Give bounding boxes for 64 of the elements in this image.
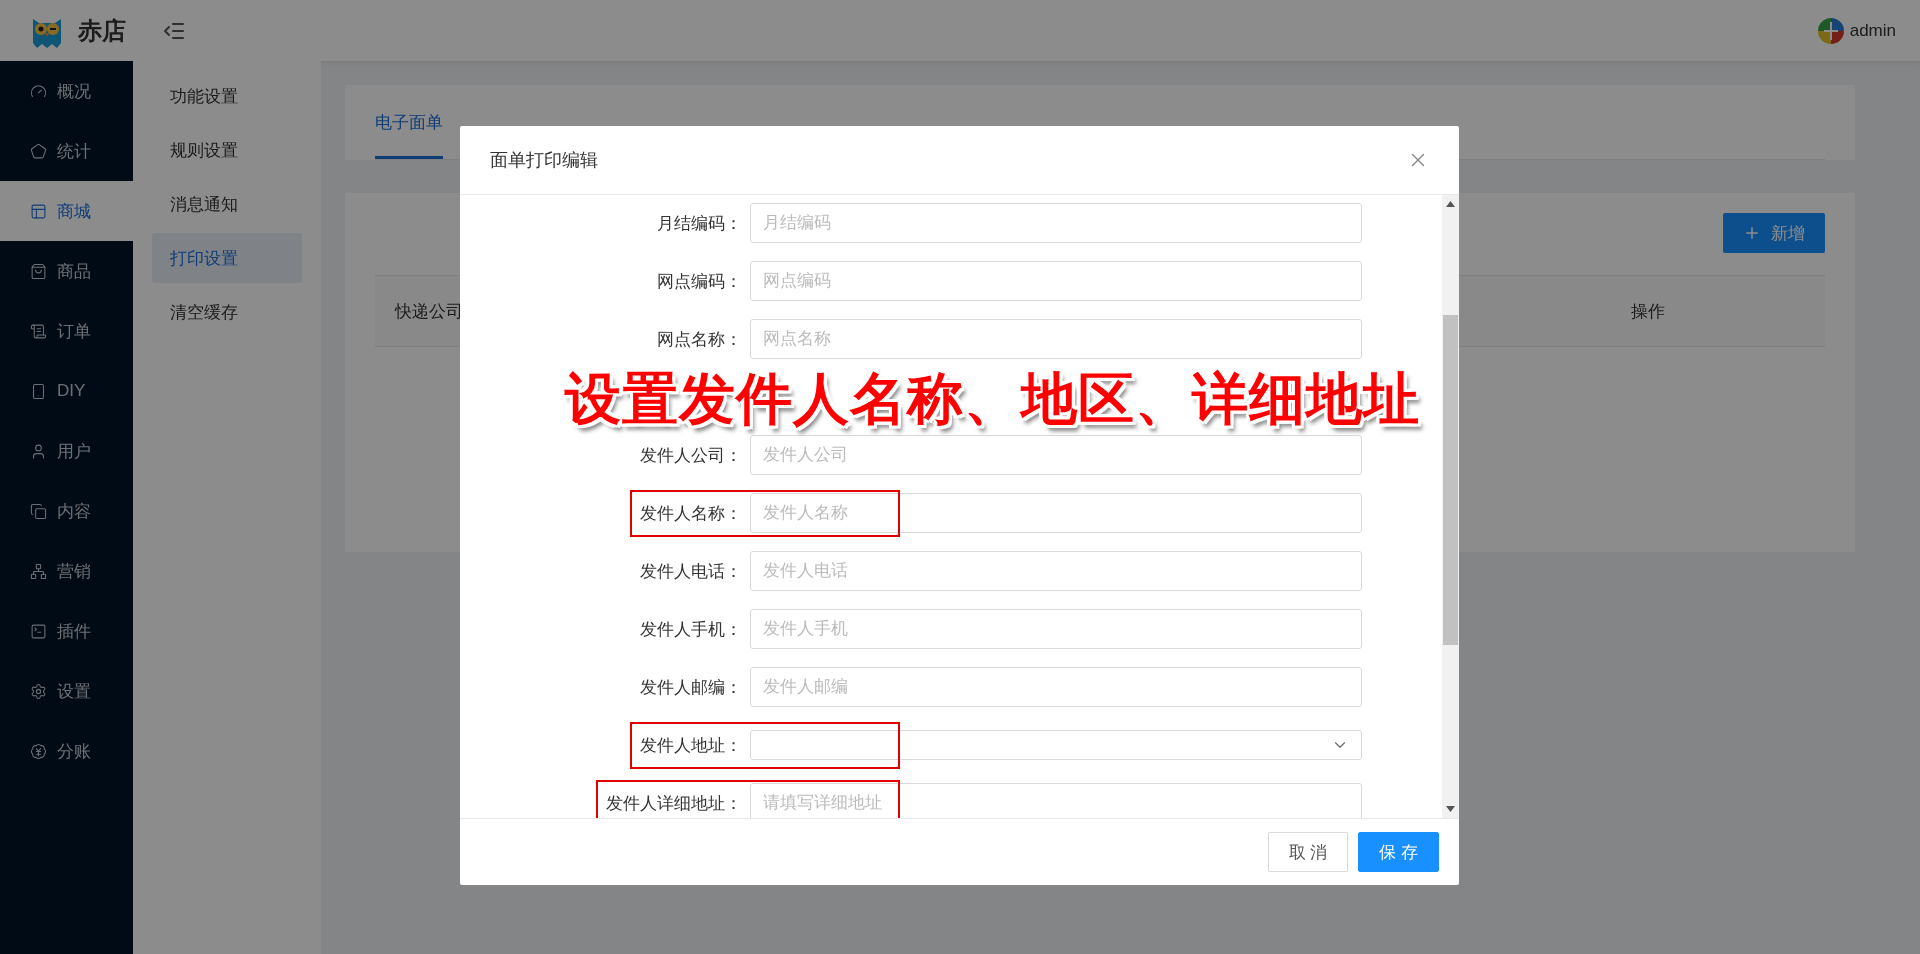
submenu-item[interactable]: 消息通知 <box>152 179 302 229</box>
copy-icon <box>30 502 47 520</box>
input-field[interactable]: 网点编码 <box>750 261 1362 301</box>
input-field[interactable]: 请填写详细地址 <box>750 783 1362 818</box>
scroll-up-arrow-icon[interactable] <box>1446 201 1455 207</box>
brand-name: 赤店 <box>78 15 126 46</box>
column-header: 快递公司 <box>395 300 463 323</box>
terminal-icon <box>30 622 47 640</box>
annotation-caption: 设置发件人名称、地区、详细地址 <box>565 366 1420 432</box>
input-field[interactable]: 发件人邮编 <box>750 667 1362 707</box>
sidebar-item[interactable]: 营销 <box>0 541 133 601</box>
sidebar-item[interactable]: 商品 <box>0 241 133 301</box>
settings-icon <box>30 682 47 700</box>
bag-icon <box>30 262 47 280</box>
input-field[interactable]: 月结编码 <box>750 203 1362 243</box>
submenu-item[interactable]: 打印设置 <box>152 233 302 283</box>
input-field[interactable]: 发件人电话 <box>750 551 1362 591</box>
sidebar-item[interactable]: 订单 <box>0 301 133 361</box>
tab[interactable]: 电子面单 <box>375 111 443 159</box>
field-label: 发件人名称： <box>640 503 743 523</box>
add-button[interactable]: 新增 <box>1723 213 1825 253</box>
yen-icon <box>30 742 47 760</box>
list-icon <box>30 322 47 340</box>
input-field[interactable]: 网点名称 <box>750 319 1362 359</box>
avatar-icon[interactable] <box>1817 17 1844 44</box>
network-icon <box>30 562 47 580</box>
scroll-down-arrow-icon[interactable] <box>1446 806 1455 812</box>
input-field[interactable]: 发件人手机 <box>750 609 1362 649</box>
plus-icon <box>1743 224 1761 242</box>
field-label: 发件人邮编： <box>640 677 743 697</box>
field-label: 月结编码： <box>657 213 743 233</box>
field-label: 发件人地址： <box>640 735 743 755</box>
submenu-item[interactable]: 功能设置 <box>152 71 302 121</box>
submenu-item[interactable]: 清空缓存 <box>152 287 302 337</box>
field-label: 发件人电话： <box>640 561 743 581</box>
sidebar-item[interactable]: 插件 <box>0 601 133 661</box>
field-label: 发件人公司： <box>640 445 743 465</box>
submenu-item[interactable]: 规则设置 <box>152 125 302 175</box>
select-field[interactable] <box>750 730 1362 760</box>
phone-icon <box>30 382 47 400</box>
user-name[interactable]: admin <box>1849 20 1896 41</box>
sidebar-item[interactable]: 统计 <box>0 121 133 181</box>
sidebar-item[interactable]: 商城 <box>0 181 133 241</box>
sidebar-item[interactable]: DIY <box>0 361 133 421</box>
gauge-icon <box>30 82 47 100</box>
sidebar-item[interactable]: 内容 <box>0 481 133 541</box>
field-label: 网点名称： <box>657 329 743 349</box>
save-button[interactable]: 保 存 <box>1358 832 1439 872</box>
sidebar-item[interactable]: 概况 <box>0 61 133 121</box>
input-field[interactable]: 发件人名称 <box>750 493 1362 533</box>
pentagon-icon <box>30 142 47 160</box>
sidebar-item[interactable]: 用户 <box>0 421 133 481</box>
column-header: 操作 <box>1631 300 1665 323</box>
sidebar-item[interactable]: 分账 <box>0 721 133 781</box>
input-field[interactable]: 发件人公司 <box>750 435 1362 475</box>
sidebar-item[interactable]: 设置 <box>0 661 133 721</box>
field-label: 发件人手机： <box>640 619 743 639</box>
cancel-button[interactable]: 取 消 <box>1267 832 1349 872</box>
field-label: 发件人详细地址： <box>606 793 743 813</box>
scrollbar[interactable] <box>1442 195 1459 818</box>
field-label: 网点编码： <box>657 271 743 291</box>
user-icon <box>30 442 47 460</box>
panel-icon <box>30 202 47 220</box>
dialog-title: 面单打印编辑 <box>490 149 598 172</box>
